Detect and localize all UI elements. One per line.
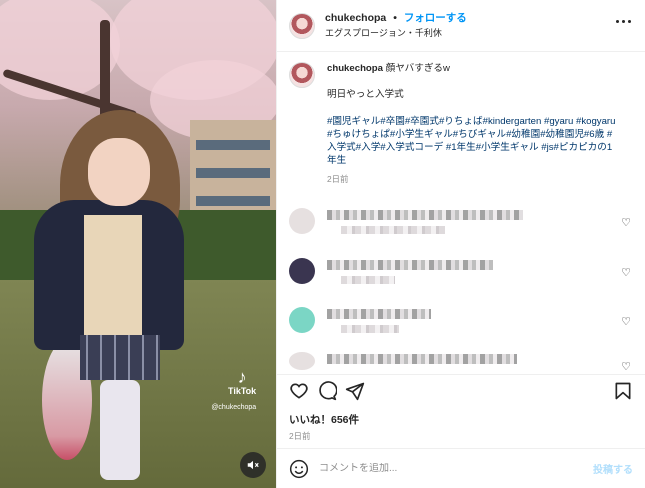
mute-button[interactable] <box>240 452 266 478</box>
avatar[interactable] <box>289 12 315 39</box>
comment-bubble-icon[interactable] <box>317 381 337 401</box>
caption-line2: 明日やっと入学式 <box>327 89 404 100</box>
follow-button[interactable]: フォローする <box>404 12 467 24</box>
blurred-comment-text <box>327 354 517 364</box>
caption-first-line: chukechopa 顔ヤバすぎるw <box>327 62 619 75</box>
caption-username[interactable]: chukechopa <box>327 63 383 74</box>
list-item: ♡ <box>289 258 633 292</box>
heart-outline-icon[interactable]: ♡ <box>621 266 631 279</box>
blurred-comment-meta <box>341 325 399 333</box>
more-horizontal-icon <box>628 20 631 23</box>
blurred-comment-text <box>327 309 431 319</box>
caption-text: 顔ヤバすぎるw <box>385 63 450 74</box>
author-username[interactable]: chukechopa <box>325 12 386 24</box>
separator-dot: • <box>393 11 397 24</box>
blurred-comment-text <box>327 210 523 220</box>
avatar[interactable] <box>289 352 315 370</box>
post-timestamp: 2日前 <box>289 431 311 441</box>
blurred-comment-meta <box>341 276 395 284</box>
caption-hashtags[interactable]: #園児ギャル#卒園#卒園式#りちょば#kindergarten #gyaru #… <box>327 115 619 167</box>
caption-avatar[interactable] <box>289 62 315 88</box>
heart-outline-icon[interactable]: ♡ <box>621 360 631 373</box>
speaker-muted-icon <box>247 460 259 470</box>
list-item: ♡ <box>289 307 633 341</box>
more-horizontal-icon <box>616 20 619 23</box>
caption-age: 2日前 <box>327 174 349 184</box>
emoji-smile-icon[interactable] <box>289 459 309 479</box>
more-horizontal-icon <box>622 20 625 23</box>
building-window <box>196 196 270 206</box>
heart-outline-icon[interactable]: ♡ <box>621 216 631 229</box>
tiktok-note-icon: ♪ <box>237 367 247 387</box>
tiktok-brand: TikTok <box>228 386 257 396</box>
post-header: chukechopa • フォローする エグスプロージョン・千利休 <box>277 0 645 52</box>
comment-composer: 投稿する <box>277 448 645 488</box>
list-item: ♡ <box>289 208 633 242</box>
tiktok-username: @chukechopa <box>211 404 257 411</box>
building-window <box>196 168 270 178</box>
post-caption: chukechopa 顔ヤバすぎるw 明日やっと入学式 #園児ギャル#卒園#卒園… <box>289 62 633 186</box>
post-video[interactable]: ♪ TikTok @chukechopa <box>0 0 276 488</box>
heart-icon[interactable] <box>289 381 309 401</box>
list-item: ♡ <box>289 352 633 373</box>
child-vest <box>84 215 142 335</box>
paper-plane-icon[interactable] <box>345 381 365 401</box>
child-face <box>88 138 150 206</box>
like-count[interactable]: いいね！656件 <box>289 412 359 427</box>
tiktok-watermark: ♪ TikTok @chukechopa <box>211 367 257 411</box>
header-meta: chukechopa • フォローする エグスプロージョン・千利休 <box>325 11 467 41</box>
action-bar <box>277 374 645 408</box>
comment-input[interactable] <box>319 463 593 474</box>
post-location[interactable]: エグスプロージョン・千利休 <box>325 26 467 41</box>
building-window <box>196 140 270 150</box>
child-legs <box>100 380 140 480</box>
instagram-post-modal: ♪ TikTok @chukechopa chukechopa • フォローする… <box>0 0 645 488</box>
child-skirt <box>80 335 160 380</box>
bookmark-icon[interactable] <box>613 381 633 401</box>
avatar[interactable] <box>289 208 315 234</box>
caption-body: chukechopa 顔ヤバすぎるw 明日やっと入学式 #園児ギャル#卒園#卒園… <box>327 62 619 186</box>
header-row: chukechopa • フォローする <box>325 11 467 26</box>
more-options-button[interactable] <box>616 20 631 23</box>
heart-outline-icon[interactable]: ♡ <box>621 315 631 328</box>
blurred-comment-meta <box>341 226 445 234</box>
post-details-panel: chukechopa • フォローする エグスプロージョン・千利休 chukec… <box>276 0 645 488</box>
post-comment-button[interactable]: 投稿する <box>593 461 633 476</box>
avatar[interactable] <box>289 307 315 333</box>
avatar[interactable] <box>289 258 315 284</box>
blurred-comment-text <box>327 260 493 270</box>
